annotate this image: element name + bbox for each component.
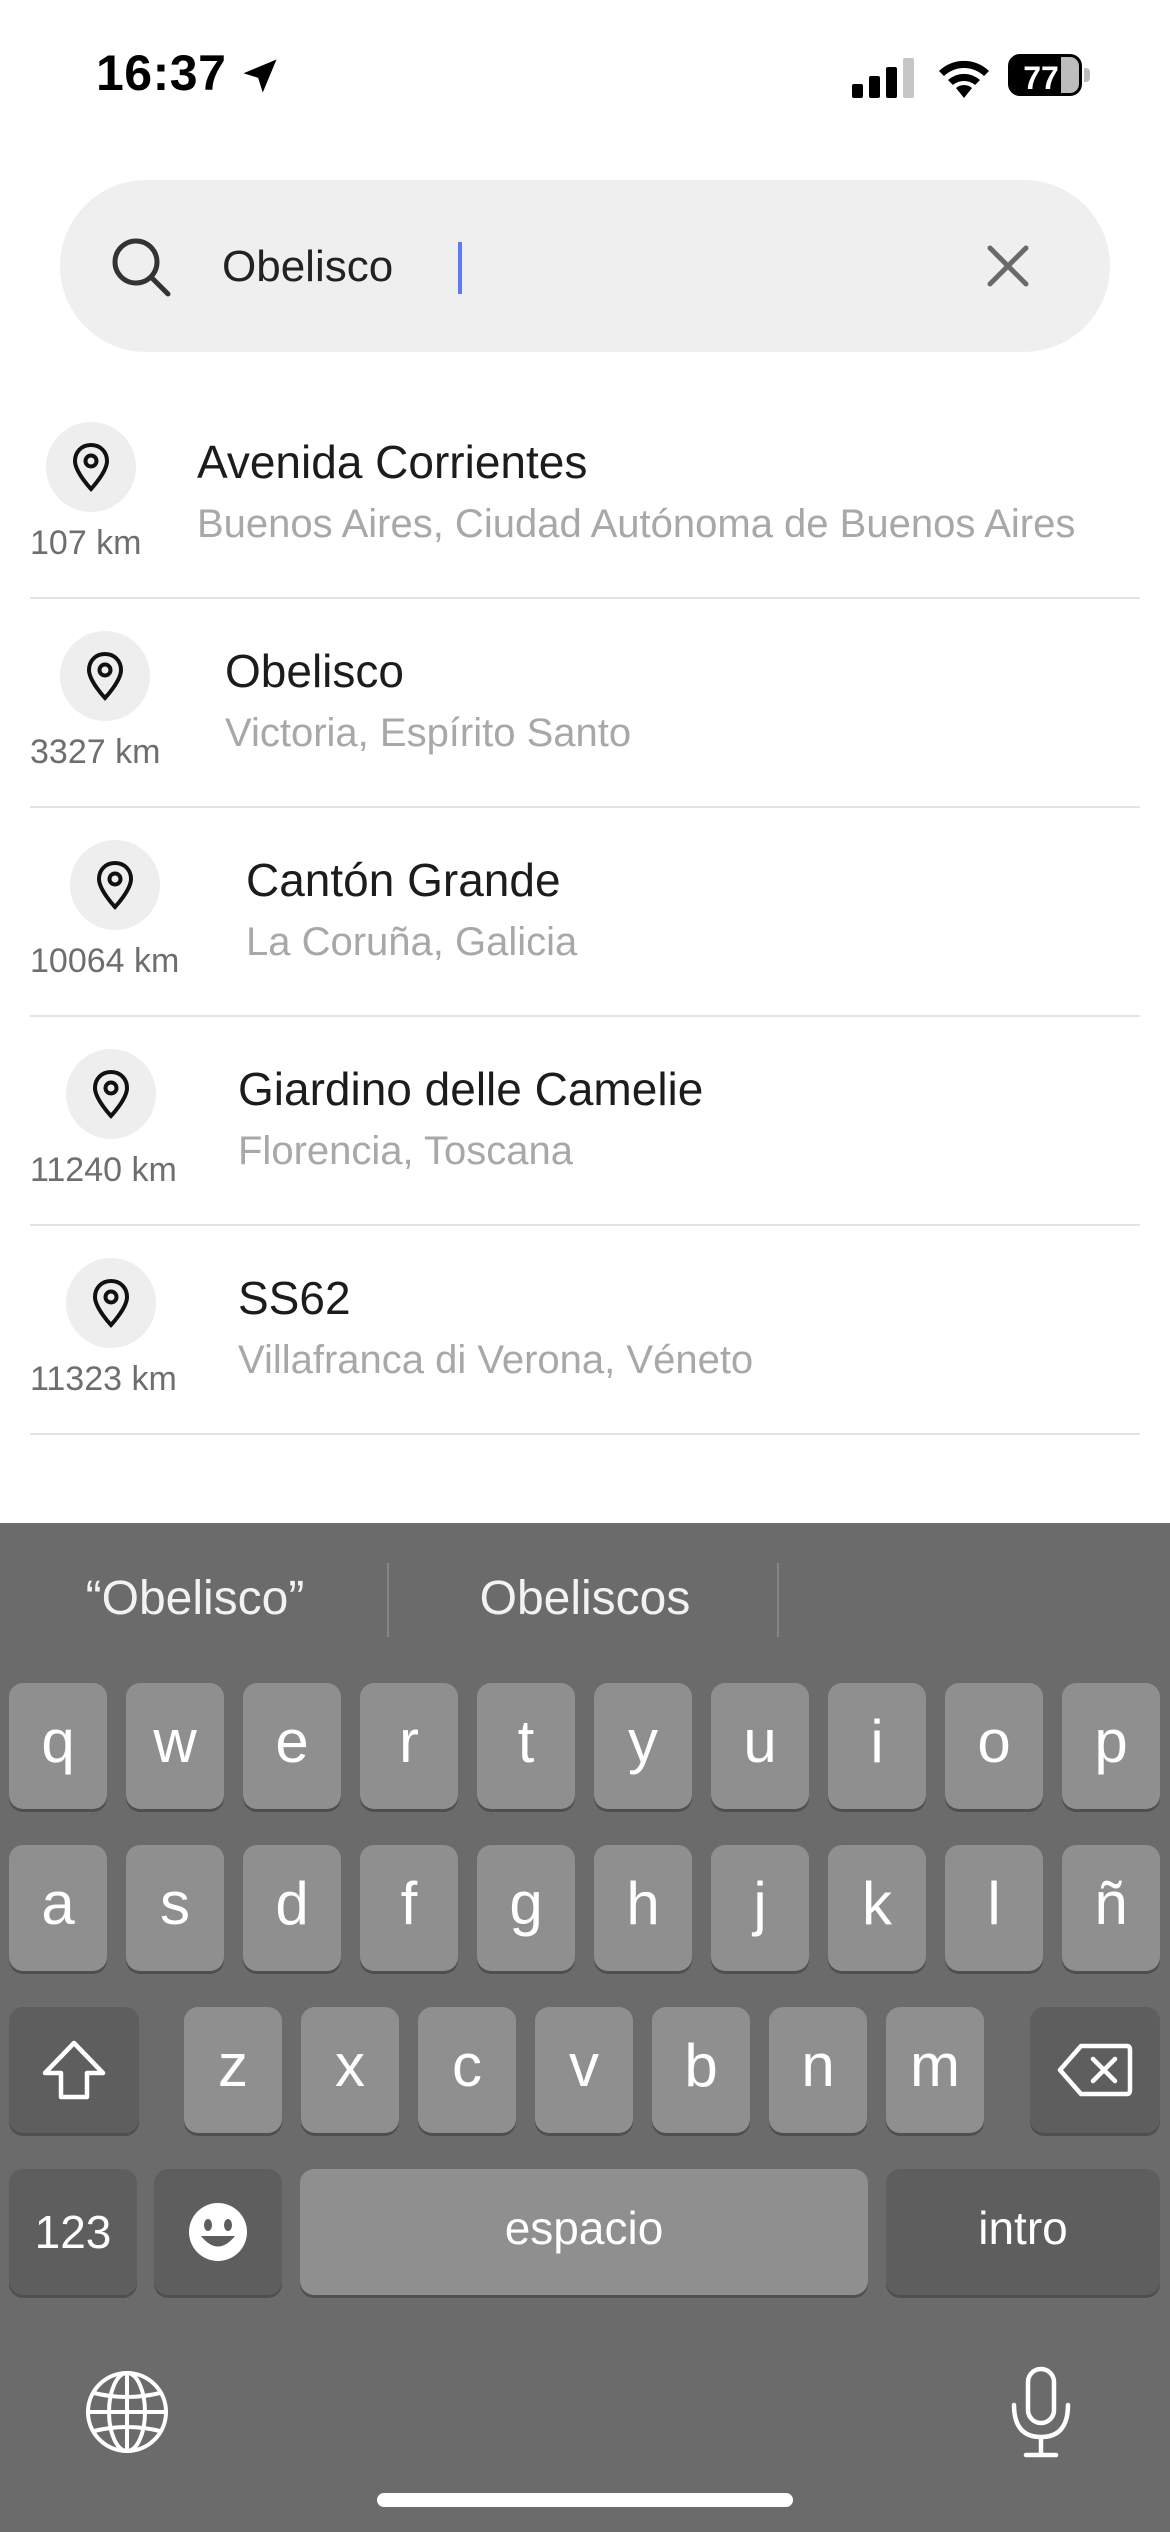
key-u[interactable]: u — [711, 1683, 809, 1809]
suggestion-bar: “Obelisco” Obeliscos — [0, 1523, 1170, 1675]
key-l[interactable]: l — [945, 1845, 1043, 1971]
space-key[interactable]: espacio — [300, 2169, 868, 2295]
map-pin-icon — [86, 651, 124, 701]
battery-indicator: 77 — [1008, 54, 1092, 98]
key-t[interactable]: t — [477, 1683, 575, 1809]
key-q[interactable]: q — [9, 1683, 107, 1809]
close-icon[interactable] — [980, 238, 1036, 294]
key-g[interactable]: g — [477, 1845, 575, 1971]
key-j[interactable]: j — [711, 1845, 809, 1971]
delete-key[interactable] — [1030, 2007, 1160, 2133]
key-s[interactable]: s — [126, 1845, 224, 1971]
key-w[interactable]: w — [126, 1683, 224, 1809]
key-k[interactable]: k — [828, 1845, 926, 1971]
map-pin-icon — [92, 1278, 130, 1328]
status-bar: 16:37 77 — [0, 0, 1170, 150]
key-e[interactable]: e — [243, 1683, 341, 1809]
result-subtitle: Buenos Aires, Ciudad Autónoma de Buenos … — [197, 502, 1076, 546]
result-row[interactable]: 3327 km Obelisco Victoria, Espírito Sant… — [30, 599, 1140, 808]
microphone-icon[interactable] — [1008, 2365, 1074, 2461]
result-row[interactable]: 11323 km SS62 Villafranca di Verona, Vén… — [30, 1226, 1140, 1435]
pin-circle — [60, 631, 150, 721]
key-i[interactable]: i — [828, 1683, 926, 1809]
shift-key[interactable] — [9, 2007, 139, 2133]
result-title: Cantón Grande — [246, 854, 561, 906]
home-indicator[interactable] — [377, 2493, 793, 2507]
result-row[interactable]: 11240 km Giardino delle Camelie Florenci… — [30, 1017, 1140, 1226]
result-subtitle: Villafranca di Verona, Véneto — [238, 1338, 754, 1382]
result-distance: 107 km — [30, 524, 142, 562]
key-p[interactable]: p — [1062, 1683, 1160, 1809]
battery-body: 77 — [1008, 54, 1082, 96]
result-subtitle: Victoria, Espírito Santo — [225, 711, 632, 755]
result-distance: 11240 km — [30, 1151, 177, 1189]
key-c[interactable]: c — [418, 2007, 516, 2133]
map-pin-icon — [72, 442, 110, 492]
cellular-signal-icon — [852, 58, 914, 98]
screen: 16:37 77 Obelisco 107 km Avenida Corrien… — [0, 0, 1170, 2532]
globe-icon[interactable] — [84, 2369, 170, 2455]
text-caret — [458, 242, 462, 294]
location-arrow-icon — [243, 59, 277, 93]
key-f[interactable]: f — [360, 1845, 458, 1971]
wifi-icon — [939, 60, 989, 98]
key-a[interactable]: a — [9, 1845, 107, 1971]
pin-circle — [70, 840, 160, 930]
status-time: 16:37 — [96, 45, 227, 101]
key-d[interactable]: d — [243, 1845, 341, 1971]
key-h[interactable]: h — [594, 1845, 692, 1971]
return-key[interactable]: intro — [886, 2169, 1160, 2295]
result-title: Obelisco — [225, 645, 404, 697]
key-r[interactable]: r — [360, 1683, 458, 1809]
result-title: SS62 — [238, 1272, 351, 1324]
result-distance: 3327 km — [30, 733, 161, 771]
key-z[interactable]: z — [184, 2007, 282, 2133]
emoji-icon — [189, 2203, 247, 2261]
shift-icon — [42, 2040, 106, 2100]
pin-circle — [66, 1258, 156, 1348]
result-title: Giardino delle Camelie — [238, 1063, 704, 1115]
result-subtitle: Florencia, Toscana — [238, 1129, 573, 1173]
result-subtitle: La Coruña, Galicia — [246, 920, 578, 964]
map-pin-icon — [92, 1069, 130, 1119]
result-row[interactable]: 107 km Avenida Corrientes Buenos Aires, … — [30, 390, 1140, 599]
emoji-key[interactable] — [154, 2169, 282, 2295]
search-input[interactable] — [220, 220, 984, 314]
key-y[interactable]: y — [594, 1683, 692, 1809]
key-n[interactable]: n — [769, 2007, 867, 2133]
search-icon — [112, 238, 171, 297]
result-distance: 11323 km — [30, 1360, 177, 1398]
search-bar[interactable] — [60, 180, 1110, 352]
results-list: 107 km Avenida Corrientes Buenos Aires, … — [30, 390, 1140, 1435]
keyboard: “Obelisco” Obeliscos q w e r t y u i o p… — [0, 1523, 1170, 2532]
key-m[interactable]: m — [886, 2007, 984, 2133]
pin-circle — [66, 1049, 156, 1139]
key-o[interactable]: o — [945, 1683, 1043, 1809]
result-distance: 10064 km — [30, 942, 180, 980]
backspace-icon — [1057, 2043, 1133, 2097]
pin-circle — [46, 422, 136, 512]
key-b[interactable]: b — [652, 2007, 750, 2133]
map-pin-icon — [96, 860, 134, 910]
suggestion-2[interactable]: Obeliscos — [420, 1571, 750, 1631]
result-row[interactable]: 10064 km Cantón Grande La Coruña, Galici… — [30, 808, 1140, 1017]
numbers-key[interactable]: 123 — [9, 2169, 137, 2295]
result-title: Avenida Corrientes — [197, 436, 588, 488]
key-n-tilde[interactable]: ñ — [1062, 1845, 1160, 1971]
key-x[interactable]: x — [301, 2007, 399, 2133]
battery-level: 77 — [1023, 60, 1059, 96]
key-v[interactable]: v — [535, 2007, 633, 2133]
suggestion-1[interactable]: “Obelisco” — [40, 1571, 350, 1631]
